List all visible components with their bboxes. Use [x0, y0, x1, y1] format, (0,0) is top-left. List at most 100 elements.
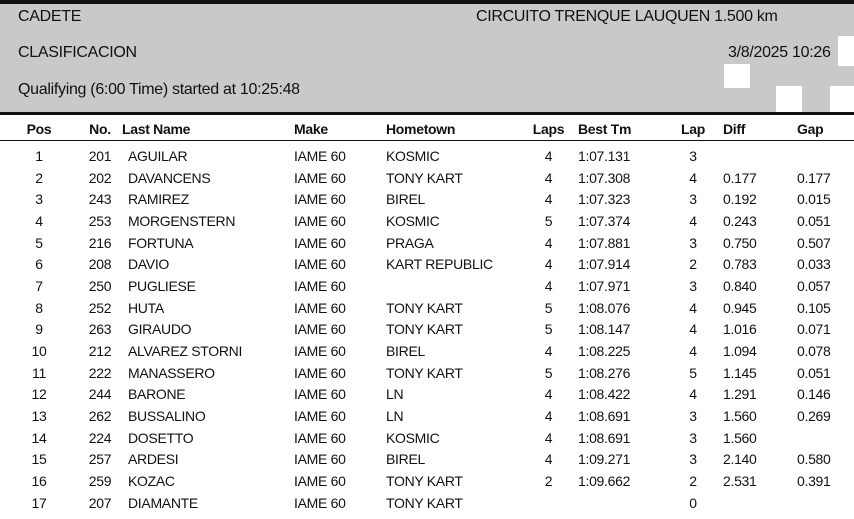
cell-hometown: KOSMIC: [386, 147, 440, 164]
cell-hometown: [386, 275, 519, 297]
cell-number: 222: [88, 364, 112, 381]
cell-last-name: BUSSALINO: [128, 408, 206, 425]
cell-pos: 14: [31, 429, 47, 446]
cell-laps: 4: [544, 343, 553, 360]
table-row: 15 257 ARDESI IAME 60 BIREL 4 1:09.271 3 2.140 0.…: [0, 449, 854, 471]
cell-number: 250: [88, 277, 112, 294]
cell-number: 207: [88, 494, 112, 511]
cell-pos: 12: [31, 386, 47, 403]
cell-gap: 0.507: [797, 234, 831, 251]
table-row: 3 243 RAMIREZ IAME 60 BIREL 4 1:07.323 3 0.192 0.…: [0, 188, 854, 210]
cell-lap: 4: [689, 299, 697, 316]
cell-best-time: 1:08.691: [578, 429, 631, 446]
cell-lap: 5: [689, 364, 697, 381]
cell-gap: 0.057: [797, 277, 831, 294]
cell-gap: 0.391: [797, 473, 831, 490]
cell-number: 259: [88, 473, 112, 490]
cell-best-time: 1:08.225: [578, 343, 631, 360]
cell-pos: 2: [35, 169, 43, 186]
cell-hometown: TONY KART: [386, 364, 463, 381]
cell-diff: 1.145: [723, 364, 757, 381]
cell-lap: 3: [689, 451, 697, 468]
cell-laps: 5: [544, 299, 553, 316]
table-row: 7 250 PUGLIESE IAME 60 4 1:07.971 3 0.840 0.057: [0, 275, 854, 297]
cell-make: IAME 60: [294, 277, 346, 294]
cell-lap: 3: [689, 234, 697, 251]
cell-number: 252: [88, 299, 112, 316]
cell-diff: 0.783: [723, 256, 757, 273]
column-header-no: No.: [78, 118, 122, 141]
cell-diff: 1.016: [723, 321, 757, 338]
cell-lap: 4: [689, 343, 697, 360]
cell-hometown: TONY KART: [386, 494, 463, 511]
table-row: 8 252 HUTA IAME 60 TONY KART 5 1:08.076 4 0.945 0…: [0, 297, 854, 319]
cell-pos: 6: [35, 256, 43, 273]
cell-gap: 0.071: [797, 321, 831, 338]
cell-pos: 7: [35, 277, 43, 294]
cell-diff: 0.192: [723, 191, 757, 208]
cell-make: IAME 60: [294, 408, 346, 425]
cell-laps: 4: [544, 169, 553, 186]
cell-number: 262: [88, 408, 112, 425]
report-datetime: 3/8/2025 10:26: [728, 44, 831, 61]
cell-diff: 0.177: [723, 169, 757, 186]
table-row: 4 253 MORGENSTERN IAME 60 KOSMIC 5 1:07.374 4 0.…: [0, 210, 854, 232]
cell-hometown: BIREL: [386, 451, 425, 468]
cell-diff: 0.840: [723, 277, 757, 294]
cell-make: IAME 60: [294, 364, 346, 381]
cell-make: IAME 60: [294, 386, 346, 403]
cell-number: 263: [88, 321, 112, 338]
cell-diff: 2.531: [723, 473, 757, 490]
cell-last-name: ARDESI: [128, 451, 179, 468]
cell-hometown: KART REPUBLIC: [386, 256, 493, 273]
cell-laps: 4: [544, 451, 553, 468]
cell-best-time: [578, 492, 663, 514]
cell-hometown: BIREL: [386, 191, 425, 208]
cell-hometown: TONY KART: [386, 299, 463, 316]
table-row: 17 207 DIAMANTE IAME 60 TONY KART 0: [0, 492, 854, 514]
cell-best-time: 1:07.308: [578, 169, 631, 186]
table-row: 9 263 GIRAUDO IAME 60 TONY KART 5 1:08.147 4 1.0…: [0, 319, 854, 341]
circuit-label: CIRCUITO TRENQUE LAUQUEN 1.500 km: [476, 8, 778, 25]
cell-last-name: DAVANCENS: [128, 169, 211, 186]
cell-last-name: AGUILAR: [128, 147, 188, 164]
table-row: 16 259 KOZAC IAME 60 TONY KART 2 1:09.662 2 2.53…: [0, 470, 854, 492]
cell-make: IAME 60: [294, 191, 346, 208]
cell-diff: 0.945: [723, 299, 757, 316]
cell-lap: 3: [689, 429, 697, 446]
cell-gap: 0.146: [797, 386, 831, 403]
cell-diff: 2.140: [723, 451, 757, 468]
column-header-gap: Gap: [797, 118, 854, 141]
cell-gap: [797, 427, 854, 449]
header-blank-box: [830, 86, 854, 112]
cell-pos: 16: [31, 473, 47, 490]
header-blank-box: [724, 64, 750, 88]
results-body: 1 201 AGUILAR IAME 60 KOSMIC 4 1:07.131 3 2 202 DA…: [0, 141, 854, 514]
cell-hometown: LN: [386, 386, 404, 403]
cell-lap: 4: [689, 212, 697, 229]
cell-best-time: 1:08.422: [578, 386, 631, 403]
header-blank-box: [838, 36, 854, 66]
results-table: Pos No. Last Name Make Hometown Laps Bes…: [0, 118, 854, 514]
cell-laps: 4: [544, 277, 553, 294]
category-label: CADETE: [18, 8, 82, 25]
cell-gap: 0.015: [797, 191, 831, 208]
cell-gap: 0.051: [797, 212, 831, 229]
cell-laps: 5: [544, 321, 553, 338]
cell-pos: 8: [35, 299, 43, 316]
cell-pos: 4: [35, 212, 43, 229]
report-header: CADETE CIRCUITO TRENQUE LAUQUEN 1.500 km…: [0, 0, 854, 112]
cell-pos: 9: [35, 321, 43, 338]
cell-best-time: 1:07.881: [578, 234, 631, 251]
cell-diff: 1.291: [723, 386, 757, 403]
table-row: 6 208 DAVIO IAME 60 KART REPUBLIC 4 1:07.914 2 0…: [0, 253, 854, 275]
cell-hometown: KOSMIC: [386, 212, 440, 229]
cell-make: IAME 60: [294, 147, 346, 164]
cell-diff: [723, 141, 797, 167]
cell-lap: 3: [689, 408, 697, 425]
column-header-laps: Laps: [519, 118, 578, 141]
cell-number: 212: [88, 343, 112, 360]
table-row: 2 202 DAVANCENS IAME 60 TONY KART 4 1:07.308 4 0…: [0, 167, 854, 189]
cell-pos: 5: [35, 234, 43, 251]
cell-lap: 2: [689, 473, 697, 490]
